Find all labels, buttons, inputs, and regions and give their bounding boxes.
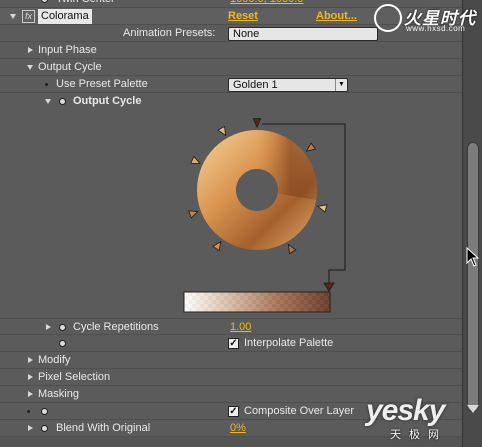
palette-handle-triangle[interactable] [288,243,297,255]
blend-with-original-label: Blend With Original [56,422,151,434]
interpolate-palette-label: Interpolate Palette [244,337,334,349]
watermark-bottom-sub: 天极网 [390,429,447,441]
twirl-right-icon[interactable] [46,324,51,330]
palette-handle-triangle[interactable] [212,240,222,252]
watermark-logo-icon [374,4,402,32]
stopwatch-icon[interactable] [59,340,66,347]
modify-label: Modify [38,354,71,366]
interpolate-palette-checkbox[interactable]: ✓ [228,338,239,349]
palette-handle-triangle[interactable] [217,125,226,137]
twirl-right-icon[interactable] [28,374,33,380]
stopwatch-icon[interactable] [41,408,48,415]
twirl-right-icon[interactable] [28,425,33,431]
palette-handle-triangle[interactable] [305,142,317,152]
palette-handle-triangle[interactable] [190,155,201,164]
mouse-cursor-icon [466,247,480,267]
wheel-hole [236,169,278,211]
stopwatch-icon[interactable] [41,425,48,432]
palette-handle-triangle[interactable] [188,210,199,219]
watermark-top: 火星时代 www.hxsd.com [370,2,482,36]
cycle-repetitions-value[interactable]: 1.00 [230,319,251,336]
composite-over-layer-label: Composite Over Layer [244,405,355,417]
twirl-right-icon[interactable] [28,391,33,397]
watermark-bottom-main: yesky [366,394,445,427]
vertical-scrollbar[interactable] [462,0,482,447]
palette-handle-triangle[interactable] [316,204,328,213]
pixel-selection-row[interactable]: Pixel Selection [0,369,462,386]
effect-controls-panel: Twirl Center 1000.0, 1000.0 fx Colorama … [0,0,462,447]
pixel-selection-label: Pixel Selection [38,371,111,383]
twirl-right-icon[interactable] [28,357,33,363]
scroll-down-arrow-icon[interactable] [467,405,479,413]
watermark-bottom: yesky 天极网 [366,394,466,444]
modify-row[interactable]: Modify [0,352,462,369]
cycle-repetitions-label: Cycle Repetitions [73,321,159,333]
watermark-top-url: www.hxsd.com [406,24,466,33]
strip-end-triangle [323,282,335,292]
blend-with-original-value[interactable]: 0% [230,420,246,437]
composite-over-layer-checkbox[interactable]: ✓ [228,406,239,417]
masking-label: Masking [38,388,79,400]
bullet-icon [27,410,30,413]
palette-handle-triangle[interactable] [252,118,262,128]
cycle-repetitions-row[interactable]: Cycle Repetitions 1.00 [0,318,462,335]
palette-strip [184,292,330,312]
scrollbar-thumb[interactable] [467,142,479,412]
stopwatch-icon[interactable] [59,324,66,331]
interpolate-palette-row: ✓ Interpolate Palette [0,335,462,352]
